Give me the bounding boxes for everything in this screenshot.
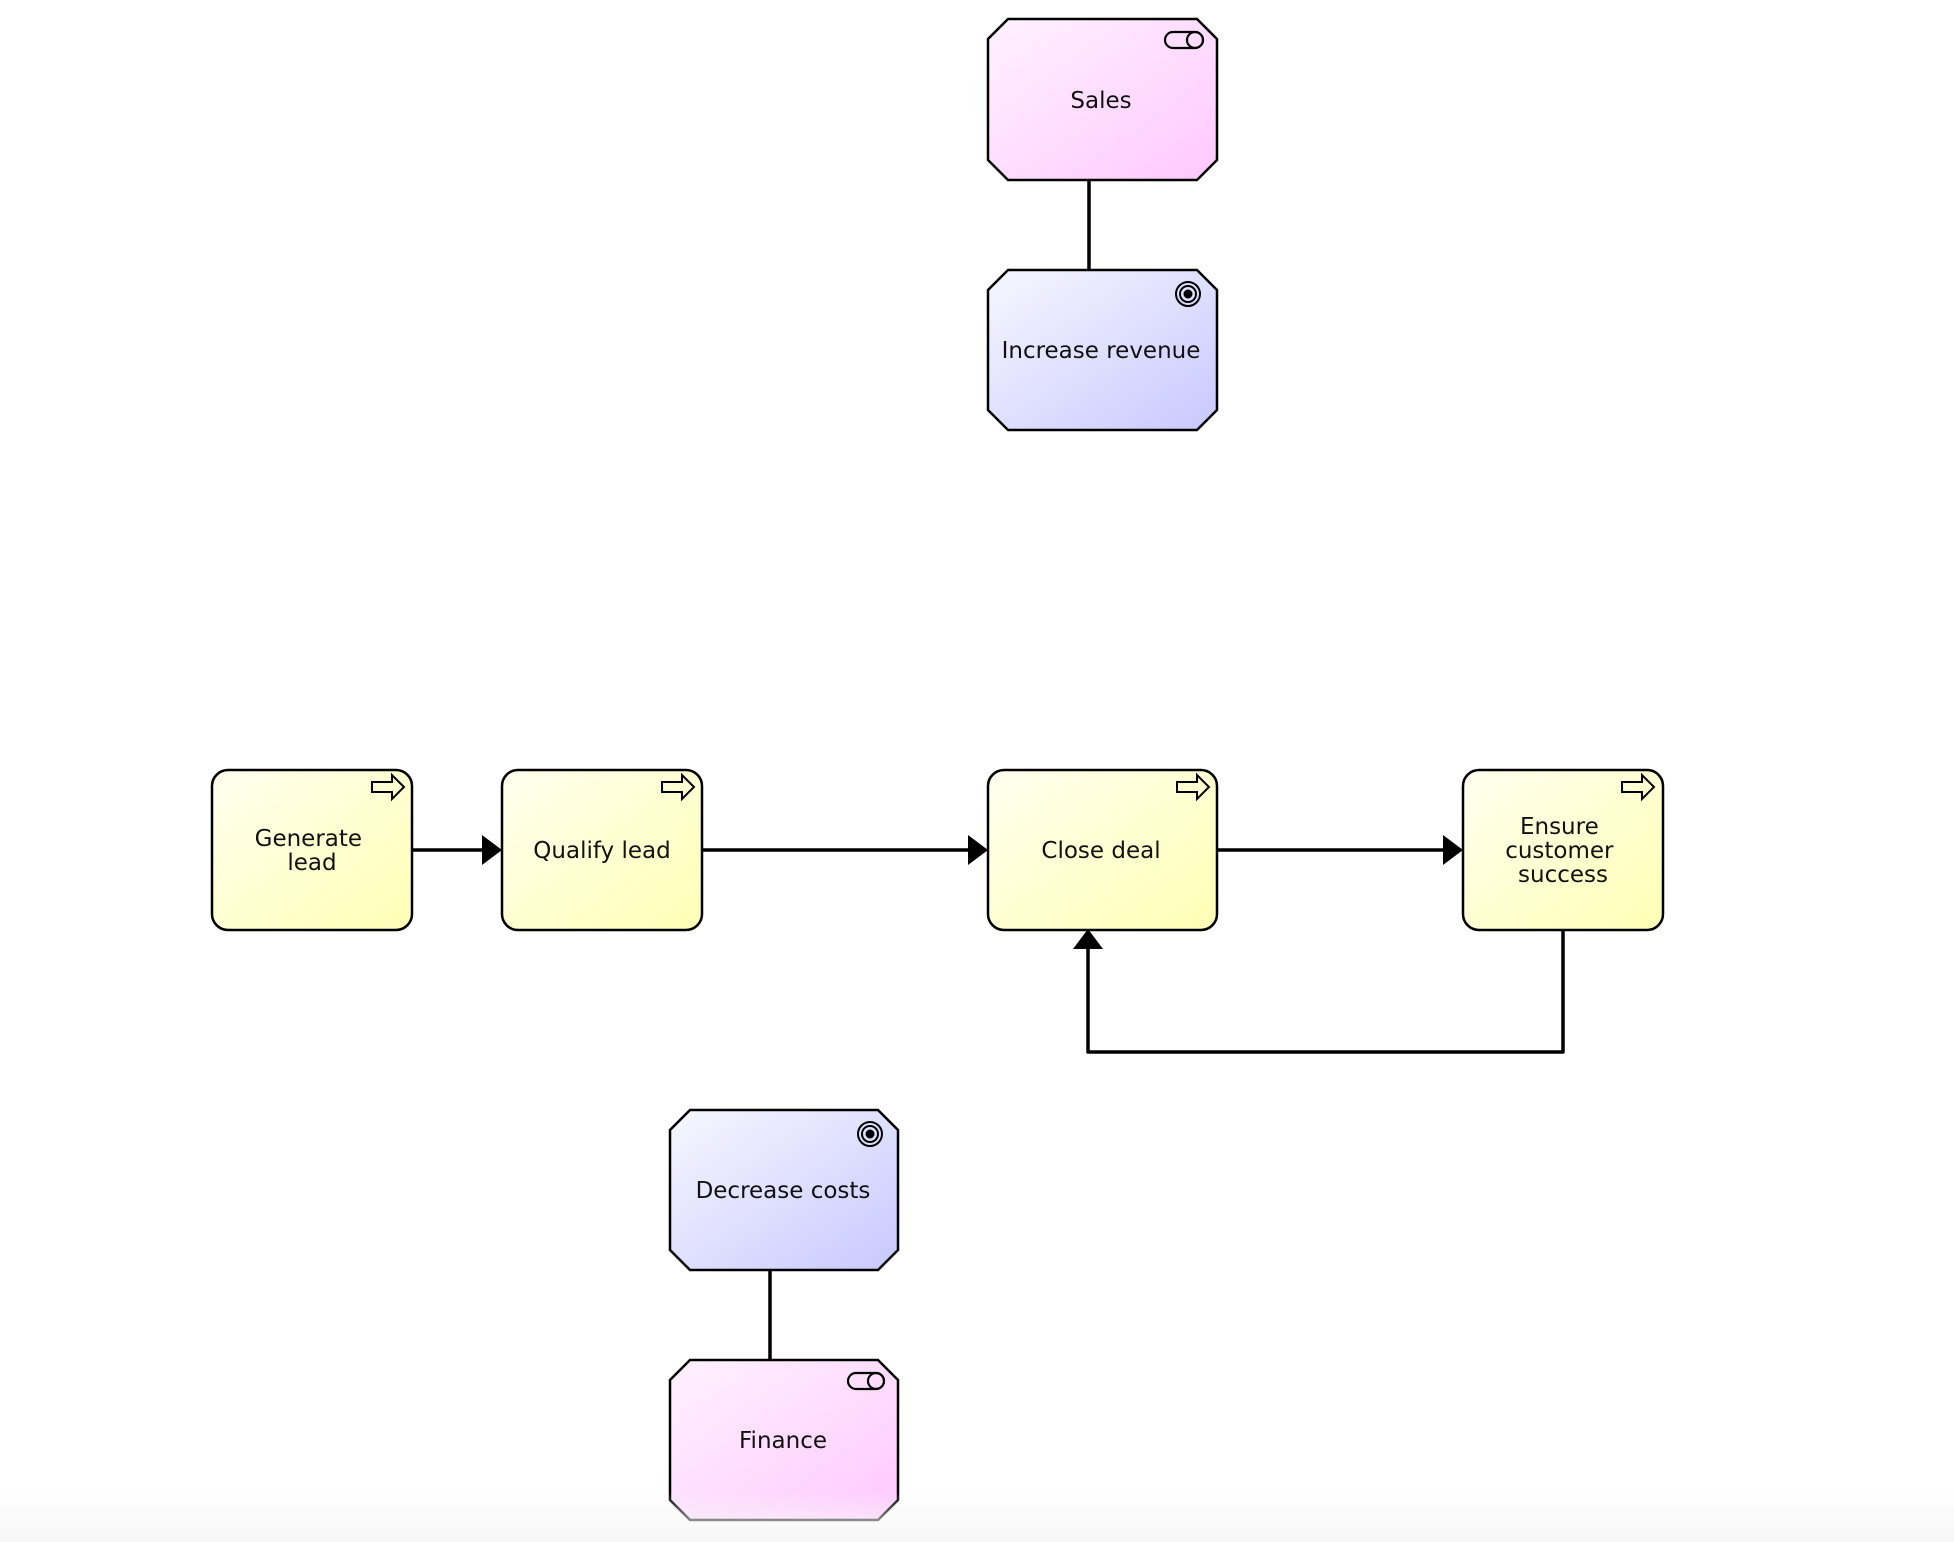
arrowhead xyxy=(482,835,502,865)
node-label: Finance xyxy=(739,1428,827,1454)
node-sales[interactable]: Sales xyxy=(986,17,1219,182)
diagram-canvas: Sales Increase revenue Generate lead Qua… xyxy=(210,17,1665,1522)
edge-ensure-to-close[interactable] xyxy=(1073,929,1565,1054)
arrowhead xyxy=(1073,929,1103,949)
node-label: Decrease costs xyxy=(696,1178,871,1204)
node-label: Qualify lead xyxy=(533,838,670,864)
node-generate-lead[interactable]: Generate lead xyxy=(210,768,414,932)
edge-generate-to-qualify[interactable] xyxy=(412,835,502,865)
arrowhead xyxy=(968,835,988,865)
goal-icon xyxy=(1175,281,1201,307)
node-finance[interactable]: Finance xyxy=(668,1358,900,1522)
node-label: Sales xyxy=(1070,88,1131,114)
edge-qualify-to-close[interactable] xyxy=(702,835,988,865)
goal-icon xyxy=(857,1121,883,1147)
node-label: Ensure customer success xyxy=(1505,814,1621,888)
arrowhead xyxy=(1443,835,1463,865)
node-label: Close deal xyxy=(1041,838,1160,864)
node-close-deal[interactable]: Close deal xyxy=(986,768,1219,932)
node-ensure-customer-success[interactable]: Ensure customer success xyxy=(1461,768,1665,932)
node-label: Increase revenue xyxy=(1002,338,1201,364)
node-qualify-lead[interactable]: Qualify lead xyxy=(500,768,704,932)
node-increase-revenue[interactable]: Increase revenue xyxy=(986,268,1219,432)
node-decrease-costs[interactable]: Decrease costs xyxy=(668,1108,900,1272)
edge-close-to-ensure[interactable] xyxy=(1217,835,1463,865)
